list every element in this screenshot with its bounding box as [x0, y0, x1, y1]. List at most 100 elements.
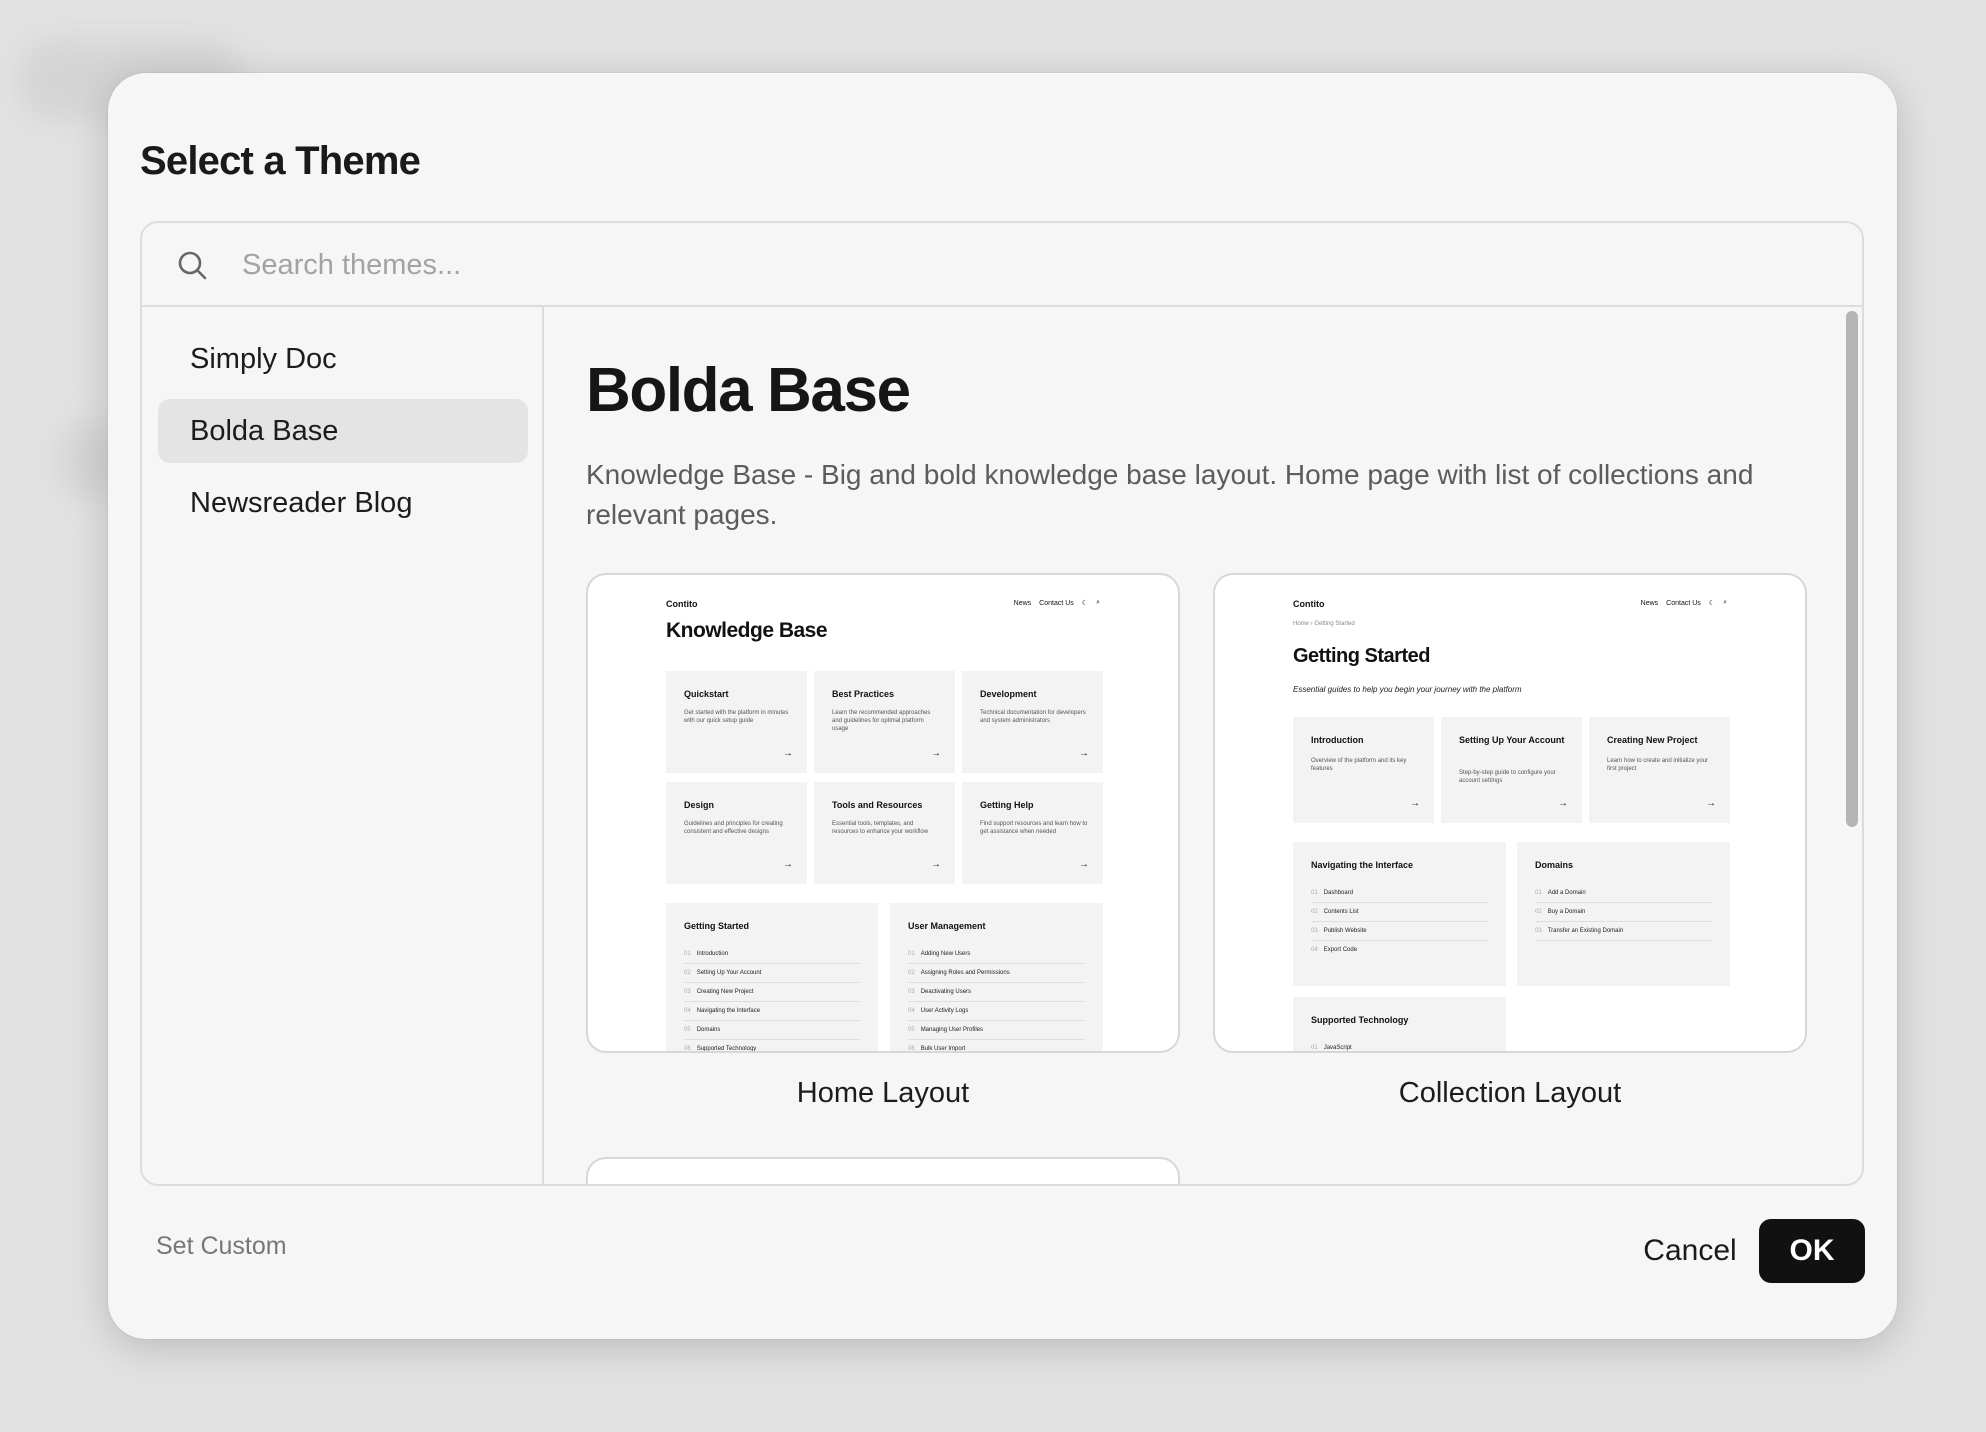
preview-nav: News Contact Us ☾ ⌕ — [1014, 599, 1100, 607]
tile-desc: Learn the recommended approaches and gui… — [832, 710, 931, 732]
preview-subheading: Essential guides to help you begin your … — [1293, 685, 1522, 694]
arrow-right-icon: → — [1079, 859, 1089, 870]
collection-layout-card[interactable]: Contito News Contact Us ☾ ⌕ Home › Getti… — [1213, 573, 1807, 1053]
collection-item: 03 Publish Website — [1311, 922, 1488, 941]
collection-layout-label: Collection Layout — [1398, 1077, 1622, 1109]
search-bar — [142, 223, 1862, 307]
collection-title: User Management — [908, 921, 986, 931]
arrow-right-icon: → — [931, 748, 941, 759]
preview-heading: Getting Started — [1293, 645, 1430, 667]
preview-tile: Tools and Resources Essential tools, tem… — [814, 782, 955, 884]
preview-brand: Contito — [1293, 599, 1325, 609]
theme-details: Bolda Base Knowledge Base - Big and bold… — [546, 307, 1862, 1184]
preview-tile: Best Practices Learn the recommended app… — [814, 671, 955, 773]
preview-collection: User Management 01 Adding New Users 02 Ass… — [890, 903, 1103, 1051]
tile-title: Introduction — [1311, 735, 1364, 745]
collection-item: 02 Buy a Domain — [1535, 903, 1712, 922]
search-icon: ⌕ — [1096, 599, 1100, 606]
set-custom-button[interactable]: Set Custom — [156, 1232, 287, 1261]
tile-title: Tools and Resources — [832, 800, 923, 810]
tile-desc: Learn how to create and initialize your … — [1607, 758, 1709, 772]
collection-item: 05 Domains — [684, 1021, 860, 1040]
tile-desc: Get started with the platform in minutes… — [684, 710, 789, 724]
collection-title: Navigating the Interface — [1311, 860, 1414, 870]
collection-item: 03 Deactivating Users — [908, 983, 1085, 1002]
tile-desc: Step-by-step guide to configure your acc… — [1459, 770, 1556, 784]
search-icon — [178, 251, 207, 280]
search-input[interactable] — [242, 241, 1802, 289]
collection-item: 06 Bulk User Import — [908, 1040, 1085, 1051]
collection-item: 03 Creating New Project — [684, 983, 860, 1002]
preview-collection: Navigating the Interface 01 Dashboard 02 C… — [1293, 842, 1506, 986]
tile-desc: Technical documentation for developers a… — [980, 710, 1086, 724]
moon-icon: ☾ — [1081, 600, 1089, 607]
preview-nav-news: News — [1013, 599, 1032, 607]
dialog-title: Select a Theme — [140, 139, 421, 183]
tile-title: Getting Help — [980, 800, 1034, 810]
cancel-button[interactable]: Cancel — [1626, 1219, 1754, 1283]
arrow-right-icon: → — [783, 859, 793, 870]
home-layout-label: Home Layout — [796, 1077, 970, 1109]
preview-nav: News Contact Us ☾ ⌕ — [1641, 599, 1727, 607]
preview-collection: Domains 01 Add a Domain 02 Buy a Domain 03… — [1517, 842, 1730, 986]
collection-item: 01 Adding New Users — [908, 945, 1085, 964]
tile-desc: Overview of the platform and its key fea… — [1311, 758, 1407, 772]
arrow-right-icon: → — [1410, 798, 1420, 809]
theme-description: Knowledge Base - Big and bold knowledge … — [586, 459, 1754, 530]
collection-layout-preview: Contito News Contact Us ☾ ⌕ Home › Getti… — [1215, 575, 1805, 1051]
preview-tile: Introduction Overview of the platform an… — [1293, 717, 1434, 823]
sidebar-item-bolda-base[interactable]: Bolda Base — [158, 399, 528, 463]
collection-title: Domains — [1535, 860, 1574, 870]
arrow-right-icon: → — [931, 859, 941, 870]
preview-heading: Knowledge Base — [666, 619, 828, 642]
collection-item: 01 JavaScript — [1311, 1039, 1488, 1051]
collection-item: 04 Export Code — [1311, 947, 1358, 953]
preview-tile: Quickstart Get started with the platform… — [666, 671, 807, 773]
sidebar-item-newsreader-blog[interactable]: Newsreader Blog — [158, 471, 528, 535]
theme-dialog: Select a Theme Simply Doc Bolda Base New… — [108, 73, 1897, 1339]
preview-tile: Setting Up Your Account Step-by-step gui… — [1441, 717, 1582, 823]
preview-collection: Getting Started 01 Introduction 02 Setting… — [666, 903, 878, 1051]
arrow-right-icon: → — [783, 748, 793, 759]
preview-breadcrumb: Home › Getting Started — [1293, 621, 1355, 627]
preview-tile: Getting Help Find support resources and … — [962, 782, 1103, 884]
collection-item: 03 Transfer an Existing Domain — [1535, 922, 1712, 941]
collection-item: 02 Setting Up Your Account — [684, 964, 860, 983]
arrow-right-icon: → — [1079, 748, 1089, 759]
theme-list: Simply Doc Bolda Base Newsreader Blog — [142, 307, 544, 1184]
theme-title: Bolda Base — [586, 356, 911, 425]
collection-title: Getting Started — [684, 921, 750, 931]
preview-brand: Contito — [666, 599, 698, 609]
collection-item: 06 Supported Technology — [684, 1040, 860, 1051]
preview-tile: Design Guidelines and principles for cre… — [666, 782, 807, 884]
preview-tile: Development Technical documentation for … — [962, 671, 1103, 773]
tile-title: Development — [980, 689, 1037, 699]
collection-item: 01 Introduction — [684, 945, 860, 964]
scrollbar-thumb[interactable] — [1846, 311, 1858, 827]
tile-desc: Find support resources and learn how to … — [980, 821, 1088, 835]
search-icon: ⌕ — [1723, 599, 1727, 606]
collection-item: 01 Dashboard — [1311, 884, 1488, 903]
home-layout-card[interactable]: Contito News Contact Us ☾ ⌕ Knowledge Ba… — [586, 573, 1180, 1053]
content-scrollbar[interactable] — [1842, 307, 1862, 1184]
tile-title: Quickstart — [684, 689, 729, 699]
arrow-right-icon: → — [1558, 798, 1568, 809]
next-layout-card[interactable] — [586, 1157, 1180, 1184]
preview-tile: Creating New Project Learn how to create… — [1589, 717, 1730, 823]
collection-item: 02 Contents List — [1311, 903, 1488, 922]
collection-item: 04 User Activity Logs — [908, 1002, 1085, 1021]
collection-item: 05 Managing User Profiles — [908, 1021, 1085, 1040]
collection-item: 04 Navigating the Interface — [684, 1002, 860, 1021]
preview-nav-news: News — [1640, 599, 1659, 607]
collection-title: Supported Technology — [1311, 1015, 1409, 1025]
home-layout-preview: Contito News Contact Us ☾ ⌕ Knowledge Ba… — [588, 575, 1178, 1051]
arrow-right-icon: → — [1706, 798, 1716, 809]
preview-nav-contact: Contact Us — [1039, 599, 1074, 607]
sidebar-item-simply-doc[interactable]: Simply Doc — [158, 327, 528, 391]
tile-desc: Essential tools, templates, and resource… — [832, 821, 929, 835]
tile-title: Design — [684, 800, 715, 810]
preview-nav-contact: Contact Us — [1666, 599, 1701, 607]
moon-icon: ☾ — [1708, 600, 1716, 607]
tile-desc: Guidelines and principles for creating c… — [684, 821, 783, 835]
ok-button[interactable]: OK — [1759, 1219, 1865, 1283]
